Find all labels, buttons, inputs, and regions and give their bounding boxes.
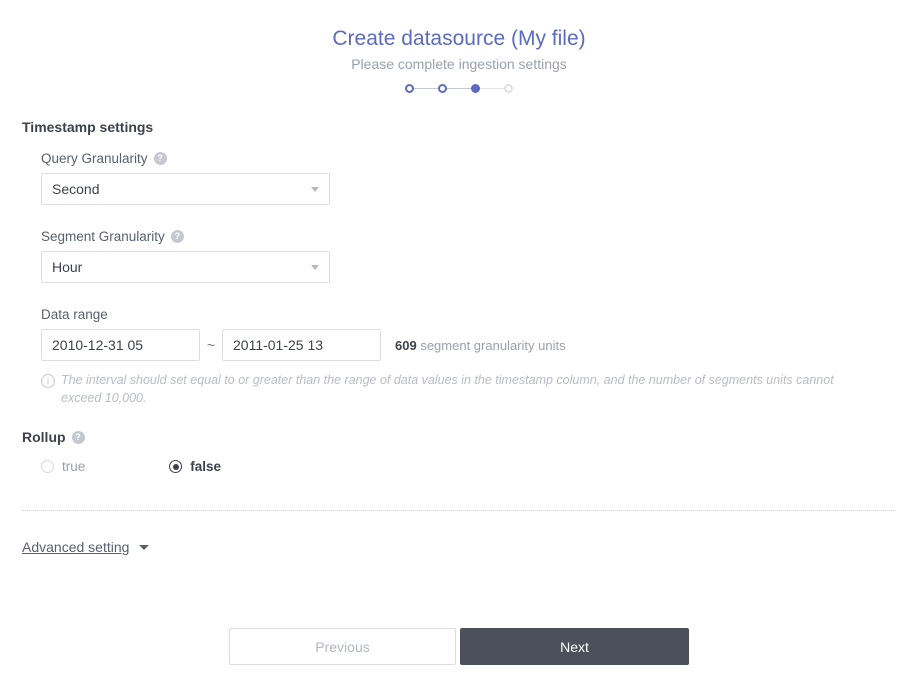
data-range-start-input[interactable] [41, 329, 200, 361]
step-line-3 [480, 88, 504, 89]
rollup-help-icon[interactable]: ? [71, 430, 85, 444]
query-granularity-value: Second [52, 181, 100, 197]
rollup-radio-true-label: true [62, 459, 86, 474]
radio-mark-selected-icon [169, 460, 183, 473]
timestamp-fields: Query Granularity ? Second Segment Granu… [22, 151, 896, 407]
step-dot-4[interactable] [504, 84, 513, 93]
query-granularity-help-icon[interactable]: ? [153, 152, 167, 165]
info-circle-icon: i [41, 374, 55, 388]
chevron-down-icon[interactable] [139, 544, 150, 550]
step-dot-3[interactable] [471, 84, 480, 93]
data-range-row: ~ 609 segment granularity units [41, 329, 896, 361]
wizard-footer: Previous Next [0, 628, 918, 665]
ingestion-settings-form: Timestamp settings Query Granularity ? S… [0, 119, 918, 555]
page-subtitle: Please complete ingestion settings [351, 56, 567, 72]
segment-granularity-label: Segment Granularity ? [41, 229, 896, 244]
step-line-2 [447, 88, 471, 89]
query-granularity-label-text: Query Granularity [41, 151, 148, 166]
previous-button[interactable]: Previous [229, 628, 456, 665]
segment-units-label: segment granularity units [420, 337, 566, 353]
rollup-radio-true[interactable]: true [41, 459, 85, 474]
rollup-heading-text: Rollup [22, 429, 66, 445]
chevron-down-icon [311, 186, 319, 192]
chevron-down-icon [311, 264, 319, 270]
advanced-setting-link[interactable]: Advanced setting [22, 539, 129, 555]
data-range-label: Data range [41, 307, 896, 322]
rollup-heading: Rollup ? [22, 429, 896, 445]
query-granularity-label: Query Granularity ? [41, 151, 896, 166]
step-dot-1[interactable] [405, 84, 414, 93]
data-range-hint: i The interval should set equal to or gr… [41, 371, 876, 407]
page-title: Create datasource (My file) [332, 27, 586, 50]
data-range-label-text: Data range [41, 307, 108, 322]
data-range-separator: ~ [206, 337, 216, 353]
rollup-radio-false-label: false [190, 459, 222, 474]
data-range-hint-text: The interval should set equal to or grea… [61, 373, 834, 405]
wizard-header: Create datasource (My file) Please compl… [0, 0, 918, 93]
advanced-setting-row: Advanced setting [22, 539, 896, 555]
segment-granularity-label-text: Segment Granularity [41, 229, 165, 244]
section-divider [22, 510, 896, 511]
rollup-radio-group: true false [22, 459, 896, 474]
segment-units-count: 609 [395, 337, 417, 353]
radio-mark-icon [41, 460, 54, 473]
next-button[interactable]: Next [460, 628, 689, 665]
query-granularity-select[interactable]: Second [41, 173, 330, 205]
step-dot-2[interactable] [438, 84, 447, 93]
timestamp-settings-heading: Timestamp settings [22, 119, 154, 135]
segment-granularity-value: Hour [52, 259, 83, 275]
step-line-1 [414, 88, 438, 89]
segment-granularity-help-icon[interactable]: ? [170, 230, 184, 243]
step-indicator [0, 84, 918, 93]
segment-granularity-select[interactable]: Hour [41, 251, 330, 283]
segment-units-info: 609 segment granularity units [395, 338, 566, 353]
rollup-radio-false[interactable]: false [169, 459, 221, 474]
data-range-end-input[interactable] [222, 329, 381, 361]
